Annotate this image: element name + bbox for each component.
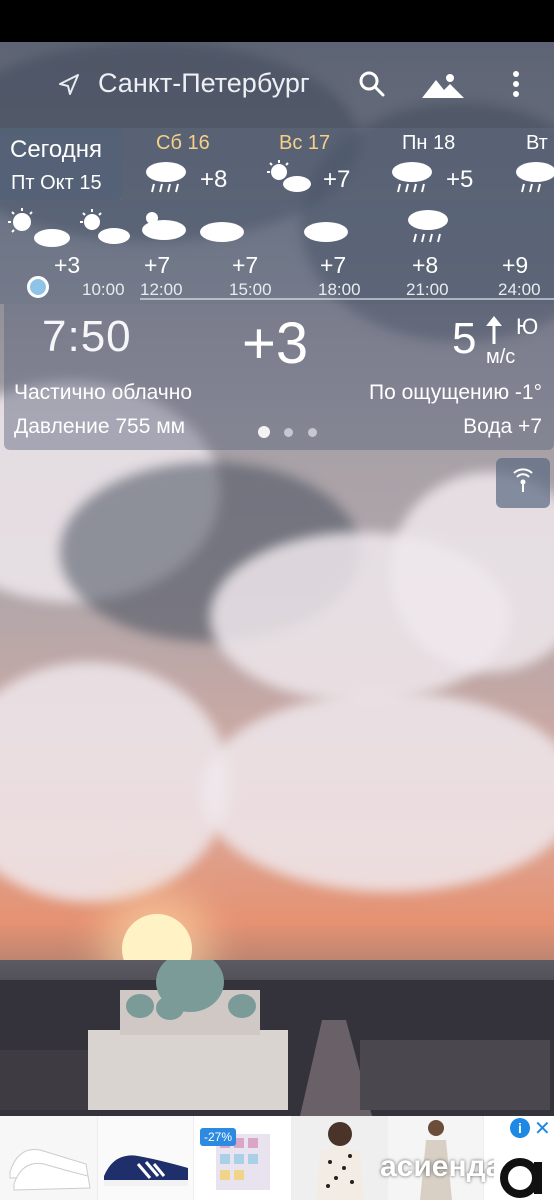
- day-forecast[interactable]: Пн 18 +5: [388, 132, 508, 196]
- current-hour-indicator: [27, 276, 49, 298]
- day-forecast[interactable]: Вс 17 +7: [265, 132, 385, 196]
- hour-temp: +3: [54, 252, 81, 278]
- current-time: 7:50: [42, 312, 132, 361]
- sun-cloud-icon: [267, 160, 311, 192]
- search-icon[interactable]: [358, 70, 386, 98]
- wind-direction: Ю: [516, 314, 539, 339]
- day-label: Вт: [526, 132, 548, 154]
- page-dot: [284, 428, 293, 437]
- landscape-icon[interactable]: [422, 70, 464, 100]
- water-temp-text: Вода +7: [463, 415, 542, 438]
- page-dot-active: [258, 426, 270, 438]
- day-temp: +8: [200, 166, 228, 193]
- ad-info-icon[interactable]: i: [510, 1118, 530, 1138]
- ad-product-sneakers-white[interactable]: [0, 1116, 98, 1200]
- rain-icon: [392, 162, 432, 193]
- today-date: Пт Окт 15: [11, 172, 102, 194]
- hourly-divider: [140, 298, 554, 300]
- day-temp: +7: [323, 166, 351, 193]
- hour-temp: +9: [502, 252, 529, 278]
- wind-speed: 5: [452, 314, 477, 363]
- cloud-icon: [200, 222, 244, 242]
- wind-unit: м/с: [486, 346, 516, 368]
- wind-arrow-icon: [486, 316, 502, 344]
- radar-icon: [513, 468, 533, 492]
- city-name[interactable]: Санкт-Петербург: [98, 68, 310, 99]
- ad-product-sneakers-blue[interactable]: [98, 1116, 194, 1200]
- day-forecast[interactable]: Вт: [512, 132, 554, 196]
- hour-forecast: +9 24:00: [406, 206, 554, 302]
- hour-forecast: +7 18:00: [198, 206, 361, 302]
- location-arrow-icon[interactable]: [56, 72, 82, 98]
- day-label: Вс 17: [279, 132, 331, 154]
- more-vert-icon[interactable]: [507, 70, 525, 100]
- day-label: Пн 18: [402, 132, 456, 154]
- current-temp: +3: [242, 311, 309, 376]
- cloud-icon: [304, 222, 348, 242]
- ad-logo-icon[interactable]: [494, 1144, 550, 1200]
- rain-icon: [146, 162, 186, 193]
- page-indicator: [256, 426, 326, 440]
- day-forecast[interactable]: Сб 16 +8: [142, 132, 262, 196]
- page-dot: [308, 428, 317, 437]
- hour-forecast: +8 21:00: [302, 206, 449, 302]
- status-bar: [0, 0, 554, 42]
- rain-icon: [408, 210, 448, 243]
- day-label: Сб 16: [156, 132, 210, 154]
- ad-close-icon[interactable]: ✕: [534, 1116, 551, 1141]
- sun-cloud-icon: [8, 208, 70, 247]
- day-temp: +5: [446, 166, 474, 193]
- feels-like-text: По ощущению -1°: [368, 381, 542, 404]
- ad-product-blouse[interactable]: [292, 1116, 388, 1200]
- pressure-text: Давление 755 мм: [14, 415, 186, 438]
- condition-text: Частично облачно: [14, 381, 193, 404]
- hour-time: 24:00: [498, 280, 541, 299]
- ad-discount-badge: -27%: [200, 1128, 237, 1146]
- today-label: Сегодня: [10, 136, 102, 163]
- radar-button[interactable]: [496, 458, 550, 508]
- rain-icon: [516, 162, 554, 193]
